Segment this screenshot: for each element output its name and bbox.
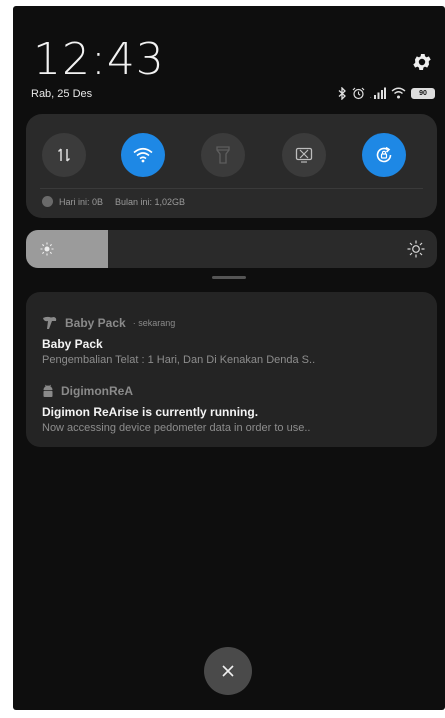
quick-settings-panel: Hari ini: 0B Bulan ini: 1,02GB [26,114,437,218]
notification-header: DigimonReA [42,382,425,400]
brightness-high-icon [407,240,425,258]
notification-shade: 12:43 Rab, 25 Des . 90 Hari ini: 0B Bula… [13,6,445,710]
notification-baby-pack[interactable]: Baby Pack · sekarang Baby Pack Pengembal… [42,314,425,366]
clear-all-button[interactable] [204,647,252,695]
brightness-slider[interactable] [26,230,437,268]
screenshot-icon [295,147,313,163]
auto-rotate-toggle[interactable] [362,133,406,177]
flashlight-toggle[interactable] [201,133,245,177]
data-usage-today: Hari ini: 0B [59,196,104,207]
app-name: Baby Pack [65,316,126,330]
baby-pack-icon [43,316,57,329]
mobile-data-toggle[interactable] [42,133,86,177]
battery-icon: 90 [411,87,435,99]
data-arrows-icon [57,148,71,162]
notification-time: · sekarang [132,318,176,328]
notification-text: Pengembalian Telat : 1 Hari, Dan Di Kena… [42,354,316,366]
clock: 12:43 [33,34,165,85]
rotate-icon [376,146,392,163]
wifi-toggle[interactable] [121,133,165,177]
notification-header: Baby Pack · sekarang [42,314,425,332]
wifi-icon [391,87,406,99]
notification-title: Baby Pack [42,337,103,351]
divider [40,188,423,189]
drag-handle[interactable] [212,276,246,279]
notification-card: Baby Pack · sekarang Baby Pack Pengembal… [26,292,437,447]
close-icon [222,665,234,677]
notification-title: Digimon ReArise is currently running. [42,405,259,419]
svg-text:.: . [370,94,372,99]
android-icon [43,384,53,397]
notification-text: Now accessing device pedometer data in o… [42,422,311,434]
battery-level: 90 [419,89,427,97]
gear-icon[interactable] [411,51,433,73]
notification-digimon[interactable]: DigimonReA Digimon ReArise is currently … [42,382,425,434]
status-icons: . 90 [338,84,435,102]
bluetooth-icon [338,86,346,100]
data-usage-icon [42,196,53,207]
data-usage: Hari ini: 0B Bulan ini: 1,02GB [42,196,185,207]
data-usage-month: Bulan ini: 1,02GB [115,196,186,207]
wifi-icon [133,147,153,163]
brightness-fill [26,230,109,268]
brightness-low-icon [40,242,54,256]
screenshot-toggle[interactable] [282,133,326,177]
flashlight-icon [216,146,230,164]
alarm-icon [352,87,365,99]
signal-icon: . [370,87,386,99]
app-name: DigimonReA [61,384,133,398]
date-label: Rab, 25 Des [31,88,93,100]
